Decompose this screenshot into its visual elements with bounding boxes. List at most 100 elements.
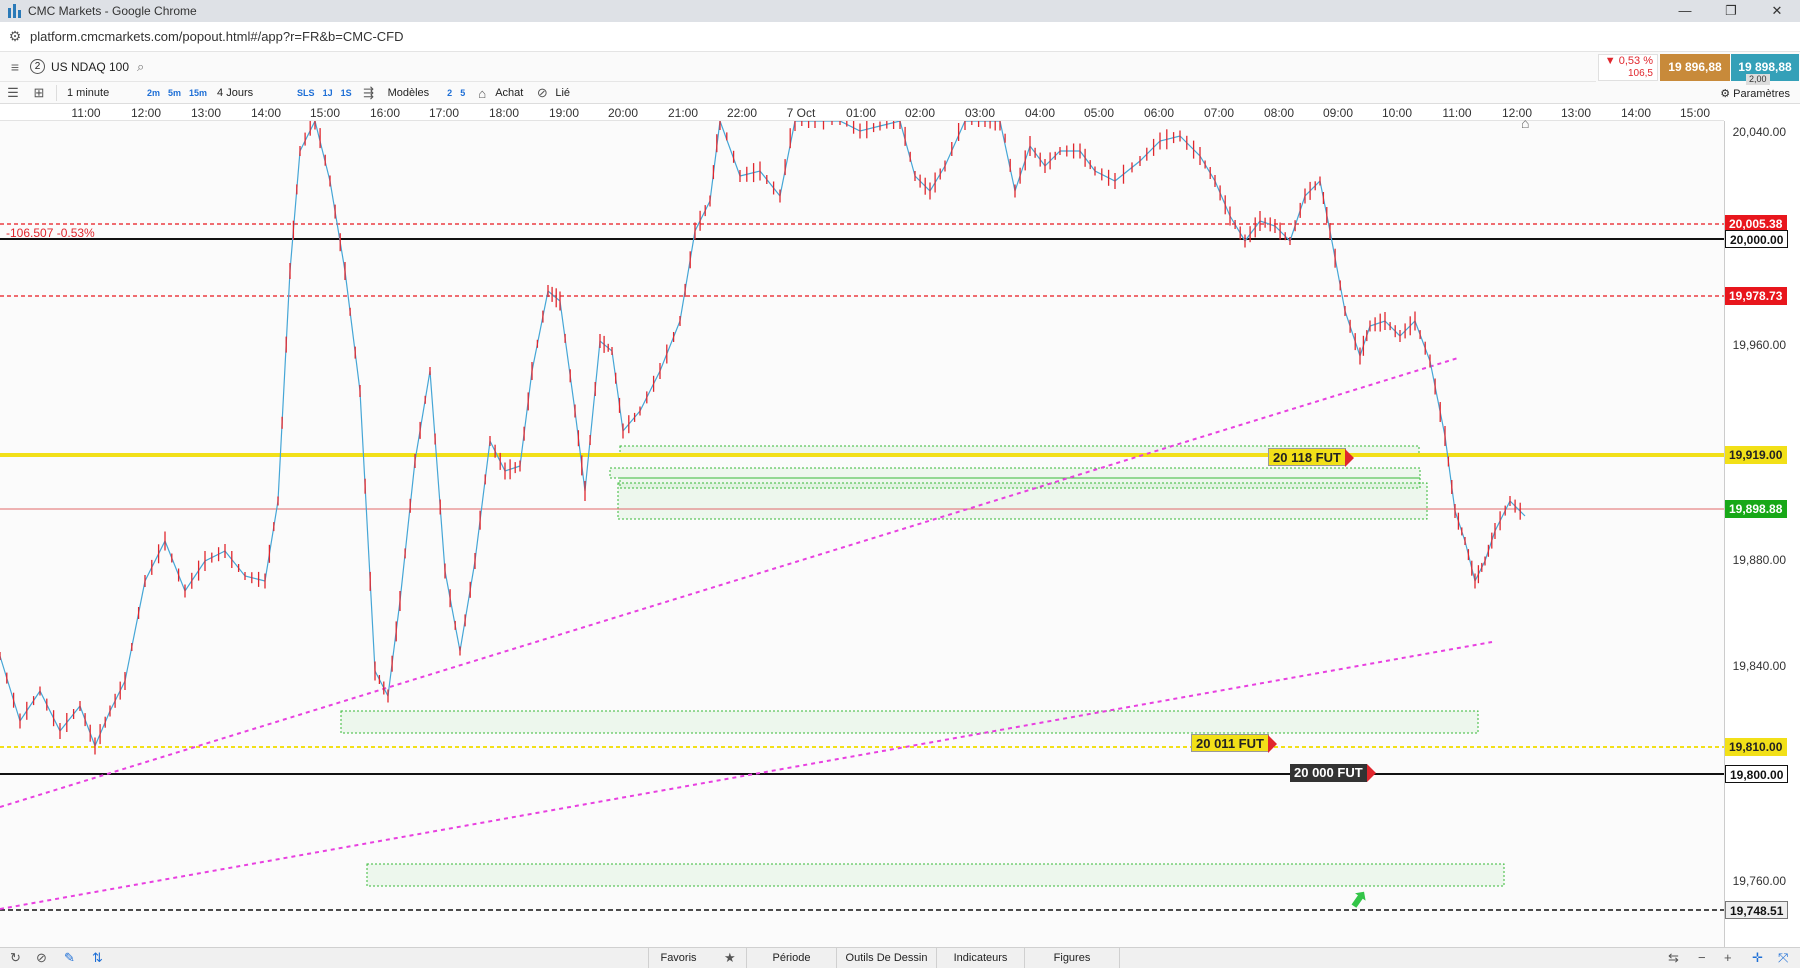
fut-label-20011[interactable]: 20 011 FUT <box>1191 734 1277 753</box>
support-zone <box>609 467 1421 479</box>
tab-periode[interactable]: Période <box>746 948 836 968</box>
price-tag-20000: 20,000.00 <box>1725 230 1789 248</box>
price-tag-current: 19,898.88 <box>1725 500 1787 518</box>
count-5[interactable]: 5 <box>460 88 465 98</box>
down-arrow-icon: ▼ <box>1604 55 1619 67</box>
bottom-toolbar: ↻ ⊘ ✎ ⇅ Favoris ★ Période Outils De Dess… <box>0 947 1800 968</box>
time-tick: 14:00 <box>250 106 282 120</box>
pencil-icon[interactable]: ✎ <box>64 950 75 966</box>
star-icon[interactable]: ★ <box>724 950 736 966</box>
tag-1s[interactable]: 1S <box>341 88 352 98</box>
time-tick: 17:00 <box>428 106 460 120</box>
time-tick: 11:00 <box>1442 106 1472 120</box>
move-icon[interactable]: ⇅ <box>92 950 103 966</box>
site-settings-icon[interactable]: ⚙ <box>0 28 30 45</box>
price-change-box: ▼ 0,53 % 106,5 <box>1598 54 1658 81</box>
time-tick: 05:00 <box>1083 106 1115 120</box>
tab-indicateurs[interactable]: Indicateurs <box>936 948 1024 968</box>
tab-outils-de-dessin[interactable]: Outils De Dessin <box>836 948 936 968</box>
refresh-icon[interactable]: ↻ <box>10 950 21 966</box>
settings-button[interactable]: ⚙ Paramètres <box>1720 87 1790 100</box>
range-select[interactable]: 4 Jours <box>217 87 287 99</box>
time-tick: 02:00 <box>904 106 936 120</box>
time-tick: 08:00 <box>1263 106 1295 120</box>
crosshair-icon[interactable]: ✛ <box>1752 950 1763 966</box>
time-tick: 13:00 <box>1560 106 1592 120</box>
interval-select[interactable]: 1 minute <box>67 87 137 99</box>
price-chart[interactable] <box>0 121 1724 947</box>
tag-sls[interactable]: SLS <box>297 88 315 98</box>
price-tag-black-dashed: 19,748.51 <box>1725 901 1789 919</box>
time-tick: 06:00 <box>1143 106 1175 120</box>
interval-2m[interactable]: 2m <box>147 88 160 98</box>
restore-icon[interactable]: ❐ <box>1708 0 1754 22</box>
zoom-out-icon[interactable]: − <box>1698 950 1706 965</box>
models-icon[interactable]: ⇶ <box>356 85 382 101</box>
tab-figures[interactable]: Figures <box>1024 948 1120 968</box>
support-zone <box>366 863 1505 887</box>
time-tick: 14:00 <box>1620 106 1652 120</box>
link-icon[interactable]: ⊘ <box>529 85 555 101</box>
price-tag-19800: 19,800.00 <box>1725 765 1789 783</box>
time-tick: 09:00 <box>1322 106 1354 120</box>
buy-tag-icon[interactable]: ⌂ <box>469 86 495 101</box>
price-axis: 20,040.00 19,960.00 19,880.00 19,840.00 … <box>1724 121 1800 947</box>
time-tick: 03:00 <box>964 106 996 120</box>
time-tick: 22:00 <box>726 106 758 120</box>
buy-button[interactable]: Achat <box>495 87 523 99</box>
window-title: CMC Markets - Google Chrome <box>28 4 197 18</box>
time-tick: 15:00 <box>309 106 341 120</box>
price-tick: 19,880.00 <box>1732 553 1786 567</box>
models-button[interactable]: Modèles <box>388 87 430 99</box>
price-tag-yellow-dashed: 19,810.00 <box>1725 738 1787 756</box>
chart-number-badge: 2 <box>30 59 45 74</box>
close-icon[interactable]: ✕ <box>1754 0 1800 22</box>
interval-5m[interactable]: 5m <box>168 88 181 98</box>
time-tick: 01:00 <box>845 106 877 120</box>
list-icon[interactable]: ☰ <box>0 85 26 101</box>
price-tag-red-level: 19,978.73 <box>1725 287 1787 305</box>
home-icon[interactable]: ⌂ <box>1521 115 1529 131</box>
time-tick: 18:00 <box>488 106 520 120</box>
time-tick: 16:00 <box>369 106 401 120</box>
time-tick: 21:00 <box>667 106 699 120</box>
price-tick: 19,960.00 <box>1732 338 1786 352</box>
time-axis: 11:00 12:00 13:00 14:00 15:00 16:00 17:00 18:00… <box>0 104 1724 121</box>
linked-button[interactable]: Lié <box>555 87 570 99</box>
time-tick: 07:00 <box>1203 106 1235 120</box>
time-tick: 12:00 <box>130 106 162 120</box>
hide-icon[interactable]: ⊘ <box>36 950 47 966</box>
tag-1j[interactable]: 1J <box>323 88 333 98</box>
price-tick: 19,760.00 <box>1732 874 1786 888</box>
time-tick: 7 Oct <box>786 106 816 120</box>
tab-favoris[interactable]: Favoris <box>648 948 708 968</box>
time-tick: 19:00 <box>548 106 580 120</box>
address-bar[interactable]: ⚙ platform.cmcmarkets.com/popout.html#/a… <box>0 22 1800 52</box>
minimize-icon[interactable]: — <box>1662 0 1708 22</box>
tools-icon[interactable]: ⇆ <box>1668 950 1679 966</box>
zoom-in-icon[interactable]: + <box>1724 950 1732 965</box>
fut-label-20000[interactable]: 20 000 FUT <box>1290 764 1376 782</box>
time-tick: 20:00 <box>607 106 639 120</box>
count-2[interactable]: 2 <box>447 88 452 98</box>
sell-price-button[interactable]: 19 896,88 <box>1660 54 1730 81</box>
fit-icon[interactable]: ⤧ <box>1778 950 1788 966</box>
fut-label-20118[interactable]: 20 118 FUT <box>1268 448 1354 467</box>
change-label: -106.507 -0.53% <box>6 226 95 240</box>
menu-icon[interactable]: ≡ <box>0 59 30 75</box>
url-text[interactable]: platform.cmcmarkets.com/popout.html#/app… <box>30 29 404 44</box>
chart-background <box>0 121 1724 947</box>
chart-toolbar: ≡ 2 US NDAQ 100 ⌕ ▼ 0,53 % 106,5 19 896,… <box>0 52 1800 104</box>
support-zone <box>340 710 1479 734</box>
time-tick: 15:00 <box>1679 106 1711 120</box>
price-tick: 20,040.00 <box>1732 125 1786 139</box>
price-tick: 19,840.00 <box>1732 659 1786 673</box>
chart-area[interactable]: -106.507 -0.53% ⌂ ⬆ 20 118 FUT 20 011 FU… <box>0 115 1800 947</box>
change-pct: 0,53 % <box>1618 55 1653 67</box>
instrument-name[interactable]: US NDAQ 100 <box>51 60 129 74</box>
time-tick: 11:00 <box>71 106 101 120</box>
interval-15m[interactable]: 15m <box>189 88 207 98</box>
layout-icon[interactable]: ⊞ <box>26 85 52 101</box>
change-points: 106,5 <box>1627 68 1653 79</box>
search-icon[interactable]: ⌕ <box>137 59 144 75</box>
